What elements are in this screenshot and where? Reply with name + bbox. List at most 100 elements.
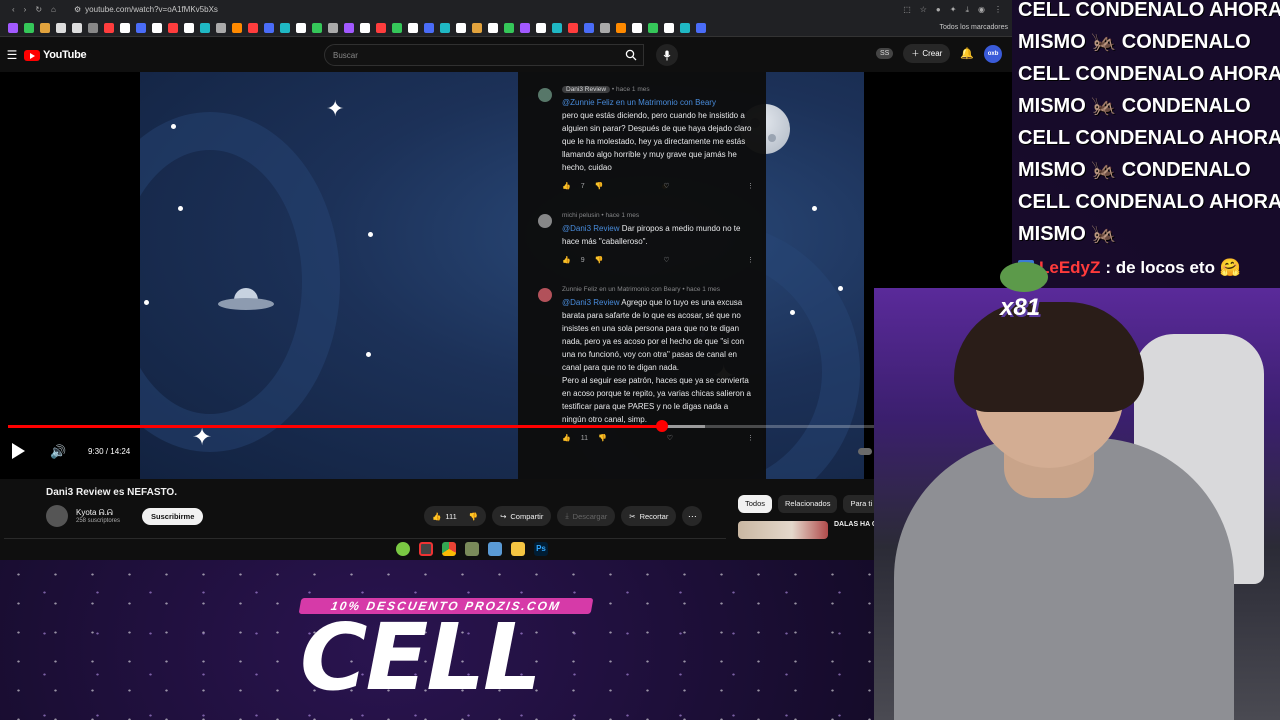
bookmark-icon[interactable] bbox=[552, 22, 562, 33]
bookmark-icon[interactable] bbox=[488, 22, 498, 33]
bookmark-icon[interactable] bbox=[472, 22, 482, 33]
bookmark-icon[interactable] bbox=[536, 22, 546, 33]
chip-all[interactable]: Todos bbox=[738, 495, 773, 513]
hamburger-menu-icon[interactable]: ☰ bbox=[0, 48, 24, 62]
bookmark-icon[interactable] bbox=[184, 22, 194, 33]
bookmark-icon[interactable] bbox=[40, 22, 50, 33]
autoplay-toggle[interactable] bbox=[858, 448, 872, 455]
bookmark-icon[interactable] bbox=[312, 22, 322, 33]
bookmark-icon[interactable] bbox=[280, 22, 290, 33]
bookmark-icon[interactable] bbox=[136, 22, 146, 33]
seek-bar[interactable] bbox=[8, 420, 1004, 432]
recommended-video[interactable]: DALAS HA C bbox=[738, 521, 877, 539]
bookmark-icon[interactable] bbox=[504, 22, 514, 33]
app-icon[interactable] bbox=[465, 542, 479, 556]
bookmark-icon[interactable] bbox=[152, 22, 162, 33]
ss-badge[interactable]: SS bbox=[876, 48, 894, 59]
voice-search-button[interactable] bbox=[656, 44, 678, 66]
bookmark-star-icon[interactable]: ☆ bbox=[920, 5, 927, 15]
comment-meta: michi pelusin • hace 1 mes bbox=[562, 212, 754, 219]
search-input[interactable]: Buscar bbox=[324, 44, 644, 66]
channel-name[interactable]: Kyota ᕱ.ᕱ bbox=[76, 508, 120, 518]
home-icon[interactable]: ⌂ bbox=[51, 5, 56, 14]
account-avatar[interactable]: oxb bbox=[984, 44, 1003, 63]
star-dot bbox=[144, 300, 149, 305]
bookmark-icon[interactable] bbox=[392, 22, 402, 33]
bookmark-icon[interactable] bbox=[72, 22, 82, 33]
app-icon[interactable] bbox=[488, 542, 502, 556]
forward-icon[interactable]: › bbox=[24, 5, 27, 14]
folder-icon[interactable] bbox=[511, 542, 525, 556]
bookmark-icon[interactable] bbox=[232, 22, 242, 33]
url-field[interactable]: ⚙ youtube.com/watch?v=oA1fMKv5bXs bbox=[74, 5, 903, 14]
reload-icon[interactable]: ↻ bbox=[35, 5, 42, 14]
play-icon[interactable] bbox=[10, 442, 26, 460]
clip-button[interactable]: ✂ Recortar bbox=[621, 506, 677, 526]
bookmark-icon[interactable] bbox=[600, 22, 610, 33]
download-button[interactable]: ⤓ Descargar bbox=[557, 506, 616, 526]
extensions-puzzle-icon[interactable]: ✦ bbox=[950, 5, 957, 15]
notifications-bell-icon[interactable]: 🔔 bbox=[960, 47, 974, 60]
bookmark-icon[interactable] bbox=[424, 22, 434, 33]
bookmark-icon[interactable] bbox=[696, 22, 706, 33]
app-icon[interactable] bbox=[419, 542, 433, 556]
bookmark-icon[interactable] bbox=[632, 22, 642, 33]
bookmark-icon[interactable] bbox=[520, 22, 530, 33]
download-icon[interactable]: ⤓ bbox=[965, 5, 969, 15]
bookmark-icon[interactable] bbox=[248, 22, 258, 33]
bookmark-icon[interactable] bbox=[584, 22, 594, 33]
subscribe-button[interactable]: Suscribirme bbox=[142, 507, 204, 525]
channel-avatar[interactable] bbox=[46, 505, 68, 527]
volume-icon[interactable]: 🔊 bbox=[50, 444, 66, 460]
chat-line: CELL CONDENALO AHORA bbox=[1018, 127, 1280, 149]
bookmark-icon[interactable] bbox=[456, 22, 466, 33]
recommended-thumbnail[interactable] bbox=[738, 521, 828, 539]
create-button[interactable]: ＋ Crear bbox=[903, 44, 951, 63]
bookmark-icon[interactable] bbox=[376, 22, 386, 33]
bookmark-icon[interactable] bbox=[328, 22, 338, 33]
install-icon[interactable]: ⬚ bbox=[903, 5, 911, 15]
recommended-title[interactable]: DALAS HA C bbox=[834, 521, 877, 539]
bookmark-icon[interactable] bbox=[264, 22, 274, 33]
bookmark-icon[interactable] bbox=[56, 22, 66, 33]
bookmark-icon[interactable] bbox=[296, 22, 306, 33]
space-swirl bbox=[140, 112, 340, 452]
browser-menu-icon[interactable]: ⋮ bbox=[994, 5, 1002, 15]
bookmark-icon[interactable] bbox=[616, 22, 626, 33]
bookmark-icon[interactable] bbox=[120, 22, 130, 33]
app-icon[interactable] bbox=[396, 542, 410, 556]
youtube-logo[interactable]: YouTube bbox=[24, 49, 87, 61]
thumbs-down-icon[interactable]: 👎 bbox=[469, 512, 478, 521]
bookmark-icon[interactable] bbox=[408, 22, 418, 33]
bookmark-icon[interactable] bbox=[200, 22, 210, 33]
all-bookmarks-folder[interactable]: Todos los marcadores bbox=[940, 24, 1012, 31]
extension-icon[interactable]: ● bbox=[936, 5, 941, 15]
chip-related[interactable]: Relacionados bbox=[778, 495, 838, 513]
bookmark-icon[interactable] bbox=[8, 22, 18, 33]
bookmark-icon[interactable] bbox=[360, 22, 370, 33]
toolbar-icons: ⬚ ☆ ● ✦ ⤓ ◉ ⋮ bbox=[903, 5, 1012, 15]
more-actions-icon[interactable]: ⋯ bbox=[682, 506, 703, 526]
share-button[interactable]: ↪ Compartir bbox=[492, 506, 552, 526]
bookmark-icon[interactable] bbox=[24, 22, 34, 33]
photoshop-icon[interactable]: Ps bbox=[534, 542, 548, 556]
bookmark-icon[interactable] bbox=[440, 22, 450, 33]
chrome-icon[interactable] bbox=[442, 542, 456, 556]
video-player[interactable]: ✦ ✦ ✦ bbox=[0, 72, 1012, 479]
bookmark-icon[interactable] bbox=[648, 22, 658, 33]
bookmark-icon[interactable] bbox=[664, 22, 674, 33]
url-text: youtube.com/watch?v=oA1fMKv5bXs bbox=[85, 5, 218, 14]
profile-icon[interactable]: ◉ bbox=[978, 5, 985, 15]
bookmark-icon[interactable] bbox=[344, 22, 354, 33]
bookmark-icon[interactable] bbox=[568, 22, 578, 33]
taskbar: Ps bbox=[396, 542, 548, 556]
bookmark-icon[interactable] bbox=[88, 22, 98, 33]
bookmark-icon[interactable] bbox=[216, 22, 226, 33]
bookmark-icon[interactable] bbox=[680, 22, 690, 33]
bookmark-icon[interactable] bbox=[104, 22, 114, 33]
bookmark-icon[interactable] bbox=[168, 22, 178, 33]
search-button[interactable] bbox=[618, 44, 644, 66]
like-button[interactable]: 👍 111 👎 bbox=[424, 506, 487, 526]
back-icon[interactable]: ‹ bbox=[12, 5, 15, 14]
site-info-icon[interactable]: ⚙ bbox=[74, 5, 81, 14]
